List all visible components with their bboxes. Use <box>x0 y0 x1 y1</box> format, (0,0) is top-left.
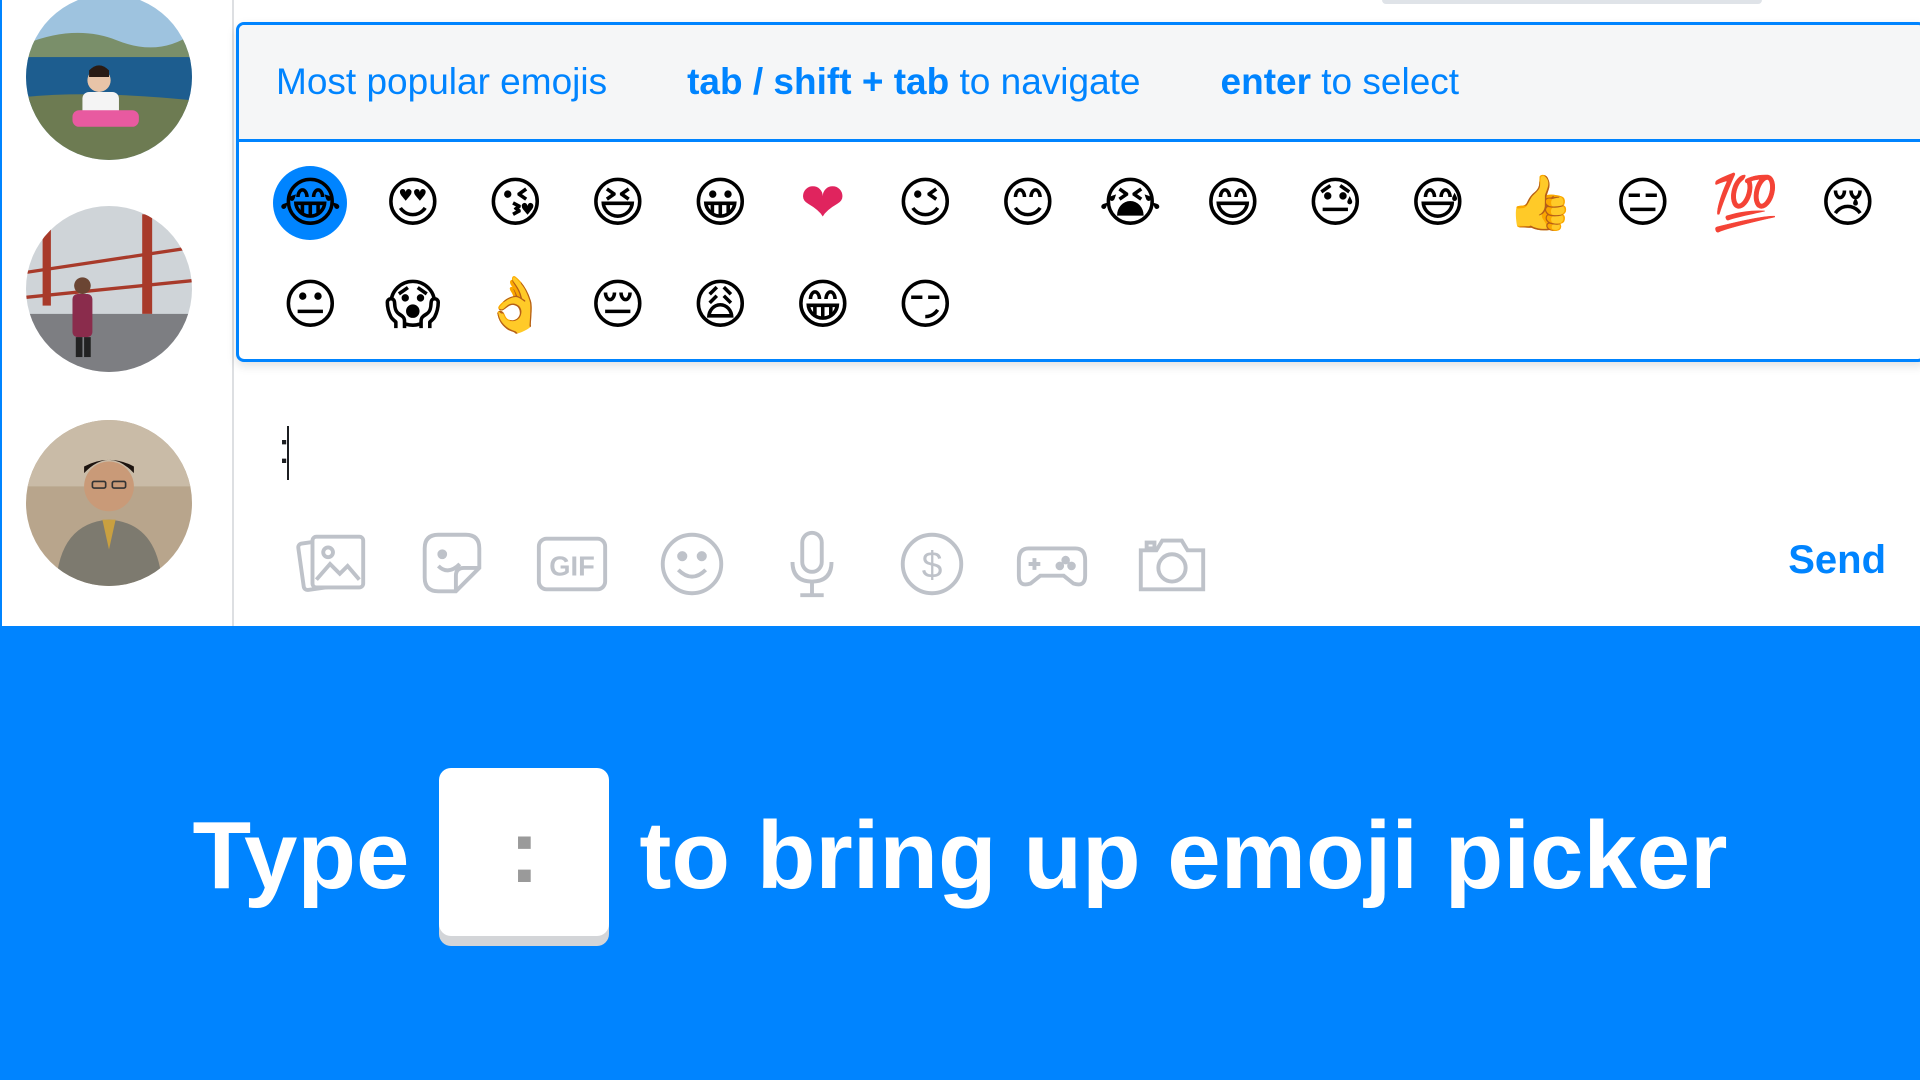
navigate-hint: tab / shift + tab to navigate <box>687 61 1140 103</box>
emoji-red-heart[interactable]: ❤ <box>772 152 875 254</box>
contact-avatar-3[interactable] <box>26 420 192 586</box>
camera-button[interactable] <box>1132 524 1212 604</box>
emoji-laughing-icon: 😆 <box>589 171 646 234</box>
emoji-pensive[interactable]: 😔 <box>567 254 670 356</box>
emoji-heart-eyes[interactable]: 😍 <box>362 152 465 254</box>
emoji-neutral[interactable]: 😐 <box>259 254 362 356</box>
messenger-window: Most popular emojis tab / shift + tab to… <box>0 0 1920 626</box>
emoji-kissing-heart-icon: 😘 <box>487 171 544 234</box>
emoji-ok-hand-icon: 👌 <box>481 273 549 336</box>
photos-button[interactable] <box>292 524 372 604</box>
emoji-weary-icon: 😩 <box>692 273 749 336</box>
emoji-sweat-icon: 😓 <box>1307 171 1364 234</box>
emoji-laughing[interactable]: 😆 <box>567 152 670 254</box>
emoji-sweat-smile-icon: 😅 <box>1409 171 1466 234</box>
emoji-thumbs-up-icon: 👍 <box>1506 171 1574 234</box>
emoji-grin[interactable]: 😁 <box>772 254 875 356</box>
emoji-hundred-icon: 💯 <box>1711 171 1779 234</box>
gif-icon: GIF <box>536 536 608 592</box>
emoji-sob-icon: 😭 <box>1098 171 1162 234</box>
emoji-cry[interactable]: 😢 <box>1797 152 1900 254</box>
microphone-icon <box>790 530 834 598</box>
contact-avatar-1[interactable] <box>26 0 192 160</box>
payment-symbol: $ <box>922 544 943 586</box>
avatar-photo <box>26 206 192 372</box>
colon-key: : <box>439 768 610 936</box>
emoji-blush-icon: 😊 <box>999 171 1056 234</box>
emoji-sweat-smile[interactable]: 😅 <box>1387 152 1490 254</box>
send-button[interactable]: Send <box>1788 538 1886 583</box>
voice-button[interactable] <box>772 524 852 604</box>
photos-icon <box>296 534 366 592</box>
emoji-kissing-heart[interactable]: 😘 <box>464 152 567 254</box>
emoji-weary[interactable]: 😩 <box>669 254 772 356</box>
emoji-smirk-icon: 😏 <box>897 273 954 336</box>
emoji-expressionless-icon: 😑 <box>1614 171 1671 234</box>
select-key: enter <box>1220 61 1311 102</box>
payment-icon: $ <box>900 532 964 596</box>
emoji-smirk[interactable]: 😏 <box>874 254 977 356</box>
contact-avatar-2[interactable] <box>26 206 192 372</box>
emoji-cry-icon: 😢 <box>1819 171 1876 234</box>
emoji-grinning-icon: 😀 <box>692 171 749 234</box>
game-button[interactable] <box>1012 524 1092 604</box>
emoji-joy[interactable]: 😂 <box>259 152 362 254</box>
instruction-rest: to bring up emoji picker <box>639 802 1728 909</box>
emoji-smile[interactable]: 😄 <box>1182 152 1285 254</box>
emoji-neutral-icon: 😐 <box>282 273 339 336</box>
navigate-text: to navigate <box>949 61 1141 102</box>
sticker-icon <box>422 532 482 594</box>
instruction-banner: Type : to bring up emoji picker <box>0 626 1920 1080</box>
emoji-button[interactable] <box>652 524 732 604</box>
navigate-keys: tab / shift + tab <box>687 61 950 102</box>
avatar-photo <box>26 420 192 586</box>
emoji-picker-header: Most popular emojis tab / shift + tab to… <box>239 25 1920 142</box>
emoji-picker: Most popular emojis tab / shift + tab to… <box>236 22 1920 362</box>
emoji-expressionless[interactable]: 😑 <box>1592 152 1695 254</box>
select-text: to select <box>1311 61 1460 102</box>
emoji-scream[interactable]: 😱 <box>362 254 465 356</box>
emoji-heart-eyes-icon: 😍 <box>384 171 441 234</box>
emoji-red-heart-icon: ❤ <box>800 171 846 234</box>
top-scroll-indicator <box>1382 0 1762 4</box>
emoji-ok-hand[interactable]: 👌 <box>464 254 567 356</box>
payment-button[interactable]: $ <box>892 524 972 604</box>
picker-title: Most popular emojis <box>276 61 608 102</box>
sticker-button[interactable] <box>412 524 492 604</box>
emoji-grin-icon: 😁 <box>794 273 851 336</box>
contact-sidebar <box>2 0 234 626</box>
emoji-grid: 😂 😍 😘 😆 😀 ❤ 😉 😊 😭 😄 😓 😅 👍 😑 💯 😢 😐 😱 👌 😔 😩 😁 😏 <box>259 152 1909 356</box>
gif-label: GIF <box>549 551 595 582</box>
emoji-wink[interactable]: 😉 <box>874 152 977 254</box>
emoji-sweat[interactable]: 😓 <box>1284 152 1387 254</box>
instruction-type: Type <box>192 802 410 909</box>
composer-toolbar: GIF $ <box>292 524 1252 604</box>
emoji-sob[interactable]: 😭 <box>1079 152 1182 254</box>
game-icon <box>1016 546 1088 587</box>
emoji-thumbs-up[interactable]: 👍 <box>1489 152 1592 254</box>
gif-button[interactable]: GIF <box>532 524 612 604</box>
avatar-photo <box>26 0 192 160</box>
emoji-blush[interactable]: 😊 <box>977 152 1080 254</box>
emoji-pensive-icon: 😔 <box>589 273 646 336</box>
emoji-icon <box>660 532 724 596</box>
emoji-grinning[interactable]: 😀 <box>669 152 772 254</box>
select-hint: enter to select <box>1221 61 1460 103</box>
emoji-hundred[interactable]: 💯 <box>1694 152 1797 254</box>
emoji-wink-icon: 😉 <box>897 171 954 234</box>
emoji-smile-icon: 😄 <box>1204 171 1261 234</box>
emoji-scream-icon: 😱 <box>384 273 441 336</box>
text-cursor <box>287 426 289 480</box>
camera-icon <box>1138 538 1206 592</box>
instruction-line: Type : to bring up emoji picker <box>0 766 1920 946</box>
emoji-joy-icon: 😂 <box>273 166 348 240</box>
